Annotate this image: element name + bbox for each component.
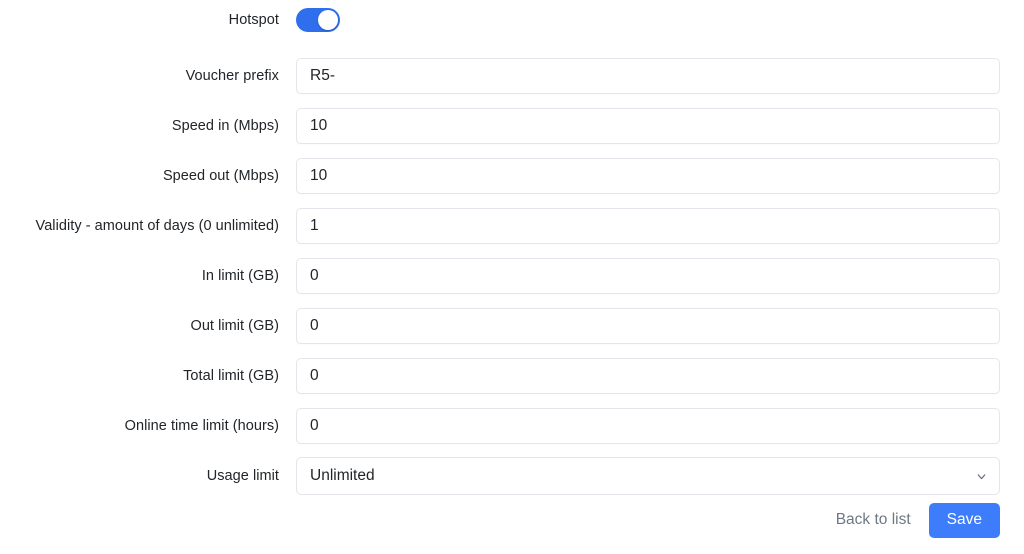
label-online-time-limit: Online time limit (hours) <box>124 418 279 434</box>
field-wrap-hotspot <box>296 8 1000 32</box>
field-wrap-in-limit <box>296 258 1000 294</box>
form-row-online-time-limit: Online time limit (hours) <box>0 408 1024 444</box>
form-actions: Back to list Save <box>0 500 1000 540</box>
input-validity-days[interactable] <box>296 208 1000 244</box>
field-wrap-online-time-limit <box>296 408 1000 444</box>
input-speed-out[interactable] <box>296 158 1000 194</box>
save-button[interactable]: Save <box>928 502 1000 538</box>
label-usage-limit: Usage limit <box>206 468 279 484</box>
form-row-out-limit: Out limit (GB) <box>0 308 1024 344</box>
voucher-settings-form: Hotspot Voucher prefix Speed in (Mbps) Spee… <box>0 0 1024 554</box>
label-validity-days: Validity - amount of days (0 unlimited) <box>35 218 279 234</box>
form-row-usage-limit: Usage limit Unlimited <box>0 457 1024 495</box>
form-row-validity-days: Validity - amount of days (0 unlimited) <box>0 208 1024 244</box>
field-wrap-validity-days <box>296 208 1000 244</box>
select-usage-limit[interactable]: Unlimited <box>296 457 1000 495</box>
back-to-list-link[interactable]: Back to list <box>834 507 913 533</box>
label-in-limit: In limit (GB) <box>201 268 279 284</box>
input-in-limit[interactable] <box>296 258 1000 294</box>
input-online-time-limit[interactable] <box>296 408 1000 444</box>
input-speed-in[interactable] <box>296 108 1000 144</box>
label-speed-in: Speed in (Mbps) <box>171 118 279 134</box>
toggle-hotspot[interactable] <box>296 8 340 32</box>
toggle-knob <box>318 10 338 30</box>
label-out-limit: Out limit (GB) <box>190 318 279 334</box>
input-out-limit[interactable] <box>296 308 1000 344</box>
form-row-total-limit: Total limit (GB) <box>0 358 1024 394</box>
field-wrap-speed-in <box>296 108 1000 144</box>
label-total-limit: Total limit (GB) <box>183 368 279 384</box>
form-row-in-limit: In limit (GB) <box>0 258 1024 294</box>
select-wrap-usage-limit: Unlimited <box>296 457 1000 495</box>
field-wrap-total-limit <box>296 358 1000 394</box>
input-voucher-prefix[interactable] <box>296 58 1000 94</box>
form-row-hotspot: Hotspot <box>0 8 1024 32</box>
form-row-voucher-prefix: Voucher prefix <box>0 58 1024 94</box>
label-hotspot: Hotspot <box>228 12 279 28</box>
form-row-speed-out: Speed out (Mbps) <box>0 158 1024 194</box>
field-wrap-usage-limit: Unlimited <box>296 457 1000 495</box>
form-row-speed-in: Speed in (Mbps) <box>0 108 1024 144</box>
input-total-limit[interactable] <box>296 358 1000 394</box>
label-voucher-prefix: Voucher prefix <box>185 68 279 84</box>
field-wrap-voucher-prefix <box>296 58 1000 94</box>
label-speed-out: Speed out (Mbps) <box>162 168 279 184</box>
field-wrap-speed-out <box>296 158 1000 194</box>
field-wrap-out-limit <box>296 308 1000 344</box>
